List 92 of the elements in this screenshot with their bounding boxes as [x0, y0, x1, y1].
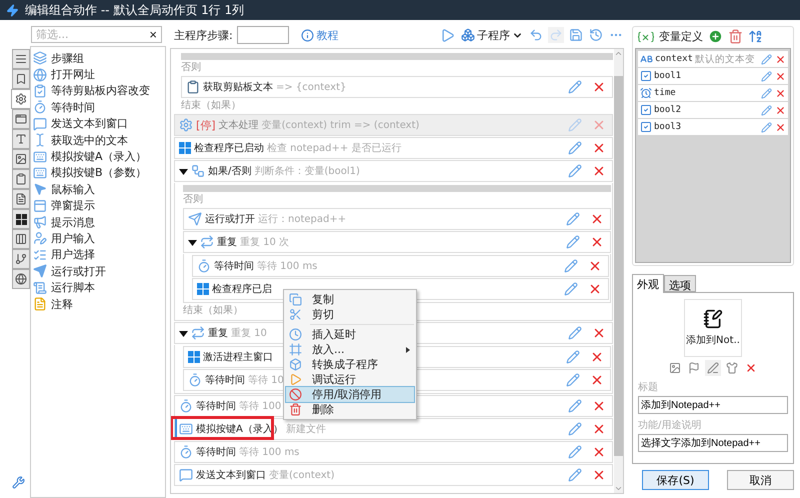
step-title: 发送文本到窗口: [196, 468, 266, 482]
step-title: 等待时间: [196, 400, 236, 413]
menu-item[interactable]: 停用/取消停用: [286, 387, 414, 402]
clear-button[interactable]: ×: [149, 28, 157, 41]
action-item[interactable]: 模拟按键A（录入）: [33, 148, 163, 165]
step-detail: => {context}: [276, 82, 346, 92]
step-detail: 运行：notepad++: [258, 212, 346, 226]
action-item[interactable]: 用户输入: [33, 230, 163, 247]
dialog-button[interactable]: 保存(S): [642, 470, 709, 490]
preview-label: 添加到Not..: [686, 334, 740, 347]
action-item[interactable]: 弹窗提示: [33, 198, 163, 214]
step-detail: 等待 10: [248, 374, 284, 387]
variable-name: bool1: [654, 71, 682, 81]
variable-name: bool3: [654, 122, 682, 132]
step-detail: 检查 notepad++ 是否已运行: [267, 142, 402, 155]
branch-label: 否则: [183, 193, 203, 207]
step-detail: 判断条件：变量(bool1): [254, 164, 360, 178]
variable-row[interactable]: context 默认的文本变: [638, 51, 788, 67]
field-label: 功能/用途说明: [638, 418, 702, 432]
step-title: 等待时间: [196, 446, 236, 459]
step-detail: 新建文件: [286, 422, 326, 436]
step-row[interactable]: 等待时间 等待 100 ms: [174, 441, 613, 463]
step-row[interactable]: 运行或打开 运行：notepad++: [183, 208, 611, 230]
tutorial-link[interactable]: 教程: [300, 28, 339, 42]
step-title: 运行或打开: [205, 212, 255, 226]
tab[interactable]: 选项: [664, 275, 696, 292]
step-detail: 变量(context): [269, 468, 334, 482]
step-row[interactable]: 发送文本到窗口 变量(context): [174, 464, 613, 486]
step-title: 等待时间: [214, 260, 254, 273]
dialog-button[interactable]: 取消: [727, 470, 794, 490]
step-detail: 等待 100 ms: [257, 260, 318, 273]
step-title: 检查程序已启: [212, 282, 272, 296]
action-item[interactable]: 获取选中的文本: [33, 132, 163, 148]
step-row[interactable]: 等待时间 等待 100 ms: [192, 255, 609, 277]
action-item[interactable]: 发送文本到窗口: [33, 116, 163, 132]
menu-item[interactable]: 删除: [286, 402, 414, 417]
tab[interactable]: 外观: [632, 274, 664, 293]
action-item[interactable]: 运行脚本: [33, 279, 163, 296]
filter-field[interactable]: 筛选... ×: [31, 26, 162, 43]
action-item[interactable]: 步骤组: [33, 50, 163, 66]
variable-row[interactable]: bool3: [638, 119, 788, 135]
menu-item[interactable]: 放入...: [286, 342, 414, 357]
branch-label: 结束（如果）: [183, 304, 243, 318]
step-row[interactable]: 如果/否则 判断条件：变量(bool1): [174, 160, 613, 182]
variable-name: time: [654, 88, 676, 98]
field-label: 标题: [638, 380, 659, 394]
menu-item[interactable]: 转换成子程序: [286, 357, 414, 372]
panel-title: 变量定义: [659, 29, 703, 44]
step-detail: 变量(context) trim => (context): [262, 118, 420, 132]
step-title: 检查程序已启动: [194, 142, 264, 155]
disabled-tag: [停]: [196, 118, 216, 132]
step-detail: 重复 10 次: [240, 236, 290, 249]
window-title: 编辑组合动作 -- 默认全局动作页 1行 1列: [25, 2, 244, 18]
step-title: 重复: [217, 236, 237, 249]
branch-label: 结束（如果）: [181, 99, 241, 113]
description-field[interactable]: 选择文字添加到Notepad++: [638, 434, 788, 452]
subprogram-button[interactable]: 子程序: [460, 26, 524, 44]
variable-name: bool2: [654, 105, 682, 115]
step-title: 等待时间: [205, 374, 245, 387]
step-detail: 等待 100 ms: [239, 446, 300, 459]
action-item[interactable]: 等待剪贴板内容改变: [33, 82, 163, 100]
menu-item[interactable]: 插入延时: [286, 327, 414, 342]
step-title: 如果/否则: [208, 165, 252, 178]
step-title: 文本处理: [218, 118, 259, 132]
action-item[interactable]: 用户选择: [33, 246, 163, 264]
branch-label: 否则: [181, 61, 201, 75]
preview-tile[interactable]: 添加到Not..: [684, 299, 742, 357]
action-item[interactable]: 鼠标输入: [33, 181, 163, 198]
action-item[interactable]: 运行或打开: [33, 263, 163, 280]
action-item[interactable]: 打开网址: [33, 66, 163, 83]
variable-row[interactable]: bool2: [638, 102, 788, 118]
step-row[interactable]: 重复 重复 10 次: [183, 231, 611, 253]
variable-name: context: [655, 54, 693, 64]
action-item[interactable]: 注释: [33, 296, 163, 312]
menu-item[interactable]: 调试运行: [286, 372, 414, 387]
step-title: 重复: [208, 326, 228, 340]
variable-note: 默认的文本变: [694, 52, 755, 66]
step-detail: 重复 10: [231, 326, 267, 340]
step-detail: 等待 100: [239, 400, 282, 413]
variable-row[interactable]: time: [638, 85, 788, 101]
action-item[interactable]: 模拟按键B（参数）: [33, 164, 163, 182]
action-item[interactable]: 提示消息: [33, 214, 163, 230]
step-title: 获取剪贴板文本: [203, 80, 273, 94]
title-field[interactable]: 添加到Notepad++: [638, 396, 788, 414]
menu-item[interactable]: 复制: [286, 292, 414, 307]
variable-row[interactable]: bool1: [638, 68, 788, 84]
step-row[interactable]: 获取剪贴板文本 => {context}: [181, 76, 613, 98]
steps-label: 主程序步骤:: [174, 28, 233, 42]
step-title: 激活进程主窗口: [203, 350, 273, 364]
menu-item[interactable]: 剪切: [286, 307, 414, 322]
step-row[interactable]: 检查程序已启动 检查 notepad++ 是否已运行: [174, 137, 613, 159]
action-item[interactable]: 等待时间: [33, 99, 163, 116]
